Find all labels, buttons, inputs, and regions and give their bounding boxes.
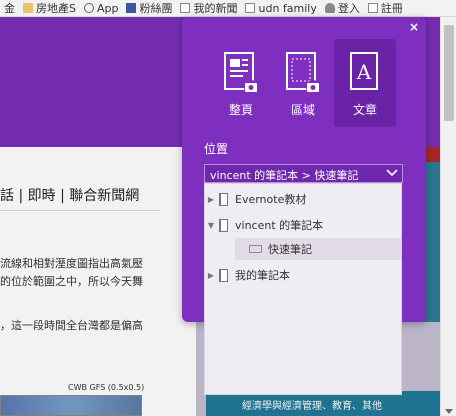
apps-icon bbox=[83, 3, 94, 13]
chevron-down-icon bbox=[386, 169, 398, 177]
notebook-label: 快速筆記 bbox=[268, 243, 312, 256]
bookmark-label: 房地產S bbox=[36, 2, 76, 15]
clip-mode-label: 文章 bbox=[352, 103, 377, 117]
selected-location: vincent 的筆記本 > 快速筆記 bbox=[210, 169, 359, 182]
notebook-label: 我的筆記本 bbox=[235, 269, 290, 282]
notebook-stack-icon bbox=[249, 245, 262, 253]
bookmark-label: 註冊 bbox=[380, 2, 403, 15]
clip-mode-label: 整頁 bbox=[228, 103, 253, 117]
article-icon: A bbox=[350, 52, 378, 90]
page-icon bbox=[245, 3, 256, 13]
notebook-label: vincent 的筆記本 bbox=[235, 219, 324, 232]
bookmark-4[interactable]: 粉絲團 bbox=[122, 0, 176, 16]
full-page-camera-icon bbox=[224, 52, 258, 94]
bookmark-label: 粉絲團 bbox=[139, 2, 173, 15]
clip-mode-label: 區域 bbox=[290, 103, 315, 117]
bookmark-label: udn family bbox=[258, 1, 317, 15]
notebook-icon bbox=[219, 192, 228, 206]
scroll-down-arrow-icon[interactable] bbox=[445, 409, 453, 414]
notebook-item-evernote[interactable]: ▶ Evernote教材 bbox=[205, 188, 401, 210]
notebook-icon bbox=[219, 268, 228, 282]
bookmark-2[interactable]: 房地產S bbox=[19, 0, 80, 16]
scroll-thumb[interactable] bbox=[444, 25, 454, 121]
bookmark-7[interactable]: 登入 bbox=[321, 0, 364, 16]
page-icon bbox=[367, 3, 378, 13]
svg-text:A: A bbox=[356, 60, 372, 84]
vertical-scrollbar[interactable] bbox=[440, 17, 456, 416]
bookmark-label: 金 bbox=[4, 2, 15, 15]
bookmark-1[interactable]: 金 bbox=[0, 0, 19, 16]
bookmark-label: 我的新聞 bbox=[193, 2, 238, 15]
page-icon bbox=[180, 3, 191, 13]
facebook-icon bbox=[126, 3, 137, 13]
bookmark-label: 登入 bbox=[337, 2, 360, 15]
notebook-item-vincent[interactable]: ▼ vincent 的筆記本 bbox=[205, 214, 401, 236]
clip-mode-full-page-button[interactable]: 整頁 bbox=[210, 39, 272, 127]
notebook-selector[interactable]: vincent 的筆記本 > 快速筆記 bbox=[204, 164, 403, 183]
clip-mode-region-button[interactable]: 區域 bbox=[272, 39, 334, 127]
bookmark-6[interactable]: udn family bbox=[241, 2, 320, 15]
folder-icon bbox=[23, 3, 33, 13]
notebook-item-my-notebook[interactable]: ▶ 我的筆記本 bbox=[205, 264, 401, 286]
person-icon bbox=[324, 3, 335, 13]
collapse-arrow-icon[interactable]: ▼ bbox=[205, 221, 217, 230]
notebook-icon bbox=[219, 218, 228, 232]
expand-arrow-icon[interactable]: ▶ bbox=[205, 271, 217, 280]
expand-arrow-icon[interactable]: ▶ bbox=[205, 195, 217, 204]
notebook-dropdown: ▶ Evernote教材 ▼ vincent 的筆記本 快速筆記 ▶ 我的筆記本 bbox=[204, 183, 402, 395]
bookmark-3[interactable]: App bbox=[80, 2, 123, 15]
location-label: 位置 bbox=[204, 142, 229, 156]
bookmark-label: App bbox=[96, 1, 119, 15]
bookmarks-bar: 金 房地產S App 粉絲團 我的新聞 udn family 登入 註冊 bbox=[0, 0, 456, 17]
region-camera-icon bbox=[286, 52, 320, 94]
close-icon[interactable]: × bbox=[409, 21, 419, 33]
bookmark-8[interactable]: 註冊 bbox=[364, 0, 407, 16]
bookmark-5[interactable]: 我的新聞 bbox=[176, 0, 241, 16]
notebook-item-quick-notes[interactable]: 快速筆記 bbox=[235, 238, 401, 260]
notebook-label: Evernote教材 bbox=[235, 193, 307, 206]
clip-mode-article-button[interactable]: A 文章 bbox=[334, 39, 396, 127]
